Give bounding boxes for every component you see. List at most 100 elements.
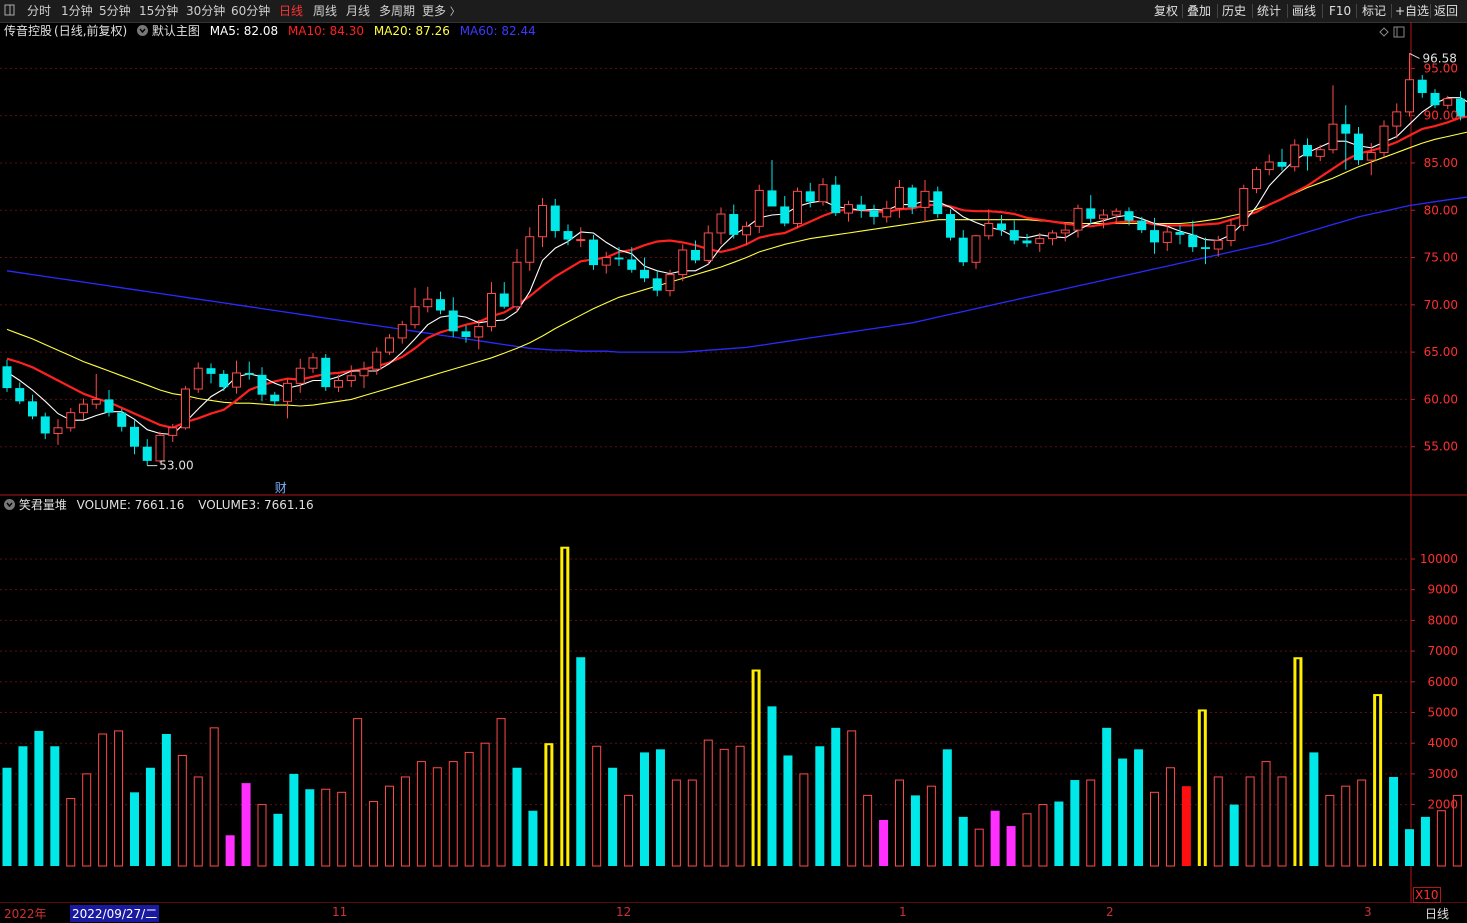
- candle-body: [142, 446, 152, 461]
- volume-bar-body: [751, 669, 761, 866]
- candle-body: [742, 225, 751, 236]
- candle: [1111, 208, 1121, 224]
- volume-bar-body: [671, 779, 681, 867]
- candle-body: [1290, 144, 1300, 168]
- volume-bar-body: [560, 546, 570, 866]
- volume-bar-body: [958, 816, 968, 866]
- volume-bar-body: [496, 718, 506, 867]
- overlay-button[interactable]: 叠加: [1184, 2, 1214, 20]
- candle-body: [958, 237, 968, 263]
- volume-bar-body: [177, 754, 187, 867]
- volume-tick-label: 9000: [1427, 583, 1458, 597]
- pane-control-icons[interactable]: [1379, 26, 1405, 38]
- period-tab-60min[interactable]: 60分钟: [231, 3, 270, 19]
- volume-bar-body: [895, 779, 904, 867]
- volume-bar-inner: [1200, 711, 1204, 866]
- volume-bar-body: [321, 788, 331, 867]
- volume-bar-body: [82, 773, 92, 867]
- candle-body: [321, 357, 331, 388]
- volume-bar: [1277, 776, 1287, 867]
- volume-bar-body: [34, 730, 44, 866]
- volume-bar-body: [1420, 816, 1430, 866]
- f10-button[interactable]: F10: [1326, 2, 1354, 20]
- kline-chart[interactable]: 95.00 90.00 85.00 80.00 75.00 70.00 65.00 60.00…: [0, 0, 1467, 923]
- volume-bar-body: [1357, 779, 1367, 867]
- ma20-label: MA20: 87.26: [373, 24, 450, 38]
- candle-body: [1405, 79, 1414, 113]
- volume-bar: [18, 746, 28, 866]
- period-tab-15min[interactable]: 15分钟: [139, 3, 178, 19]
- indicator-name[interactable]: 笑君量堆: [19, 498, 67, 512]
- candle: [691, 240, 700, 264]
- period-tab-daily[interactable]: 日线: [279, 3, 303, 19]
- candle-body: [1456, 98, 1465, 117]
- period-tab-30min[interactable]: 30分钟: [186, 3, 225, 19]
- candle: [984, 209, 994, 240]
- price-tick-label: 75.00: [1424, 251, 1458, 265]
- high-label-pointer: [1409, 52, 1420, 59]
- candle: [1060, 222, 1070, 242]
- draw-button[interactable]: 画线: [1289, 2, 1319, 20]
- volume-bar-body: [209, 727, 219, 867]
- candle: [716, 207, 726, 245]
- candle-body: [193, 367, 203, 390]
- volume-bar-body: [225, 835, 235, 866]
- candle: [117, 408, 127, 432]
- volume-bar-inner: [1376, 696, 1380, 866]
- history-button[interactable]: 历史: [1219, 2, 1249, 20]
- period-tab-more[interactable]: 更多 〉: [422, 3, 460, 19]
- volume-bar: [1086, 779, 1096, 867]
- volume-bar-body: [703, 739, 713, 867]
- volume-header: 笑君量堆 VOLUME: 7661.16 VOLUME3: 7661.16: [0, 496, 320, 514]
- volume-bar: [1197, 709, 1207, 866]
- period-tab-fenshi[interactable]: 分时: [27, 3, 51, 19]
- candle-body: [1341, 124, 1351, 134]
- period-tab-weekly[interactable]: 周线: [313, 3, 337, 19]
- mark-button[interactable]: 标记: [1359, 2, 1389, 20]
- candle-body: [678, 249, 688, 276]
- date-axis: 2022年 2022/09/27/二 11 12 1 2 3 日线: [0, 903, 1467, 923]
- indicator-dropdown-icon[interactable]: [4, 499, 15, 510]
- back-button[interactable]: 返回: [1431, 2, 1461, 20]
- candle: [130, 420, 139, 455]
- template-dropdown-icon[interactable]: [137, 25, 149, 36]
- candle: [372, 347, 382, 375]
- template-label[interactable]: 默认主图: [152, 24, 200, 38]
- menu-icon[interactable]: [4, 2, 16, 18]
- candle: [346, 365, 356, 388]
- candle: [79, 398, 88, 420]
- candle: [1175, 225, 1185, 245]
- low-price-label: 53.00: [159, 459, 193, 473]
- volume-bar: [1070, 780, 1080, 866]
- candle-body: [780, 206, 790, 224]
- candle: [1303, 138, 1312, 171]
- candle: [1124, 207, 1134, 226]
- volume-bar-body: [305, 789, 315, 866]
- period-tab-multi[interactable]: 多周期: [379, 3, 415, 19]
- candle-body: [270, 394, 280, 402]
- period-tab-1min[interactable]: 1分钟: [61, 3, 93, 19]
- candle: [627, 247, 637, 273]
- volume-bar: [1405, 829, 1414, 866]
- price-tick-label: 95.00: [1424, 61, 1458, 75]
- stats-button[interactable]: 统计: [1254, 2, 1284, 20]
- candle: [1150, 217, 1159, 254]
- adjust-button[interactable]: 复权: [1151, 2, 1181, 20]
- candle-body: [627, 259, 637, 270]
- candle: [525, 227, 535, 271]
- volume-bar-body: [1309, 752, 1319, 866]
- volume-bar: [257, 804, 267, 867]
- volume-bar: [655, 749, 665, 866]
- add-watchlist-button[interactable]: +自选: [1392, 2, 1432, 20]
- candle-body: [716, 213, 726, 234]
- volume-bar-body: [1118, 758, 1128, 866]
- candle: [1315, 144, 1325, 162]
- period-tab-5min[interactable]: 5分钟: [99, 3, 131, 19]
- volume-bar: [193, 776, 203, 867]
- volume-bar: [1452, 794, 1462, 867]
- price-tick-label: 90.00: [1424, 109, 1458, 123]
- volume-bar: [879, 819, 889, 866]
- volume-bar: [448, 761, 458, 867]
- candle-body: [130, 426, 139, 447]
- period-tab-monthly[interactable]: 月线: [346, 3, 370, 19]
